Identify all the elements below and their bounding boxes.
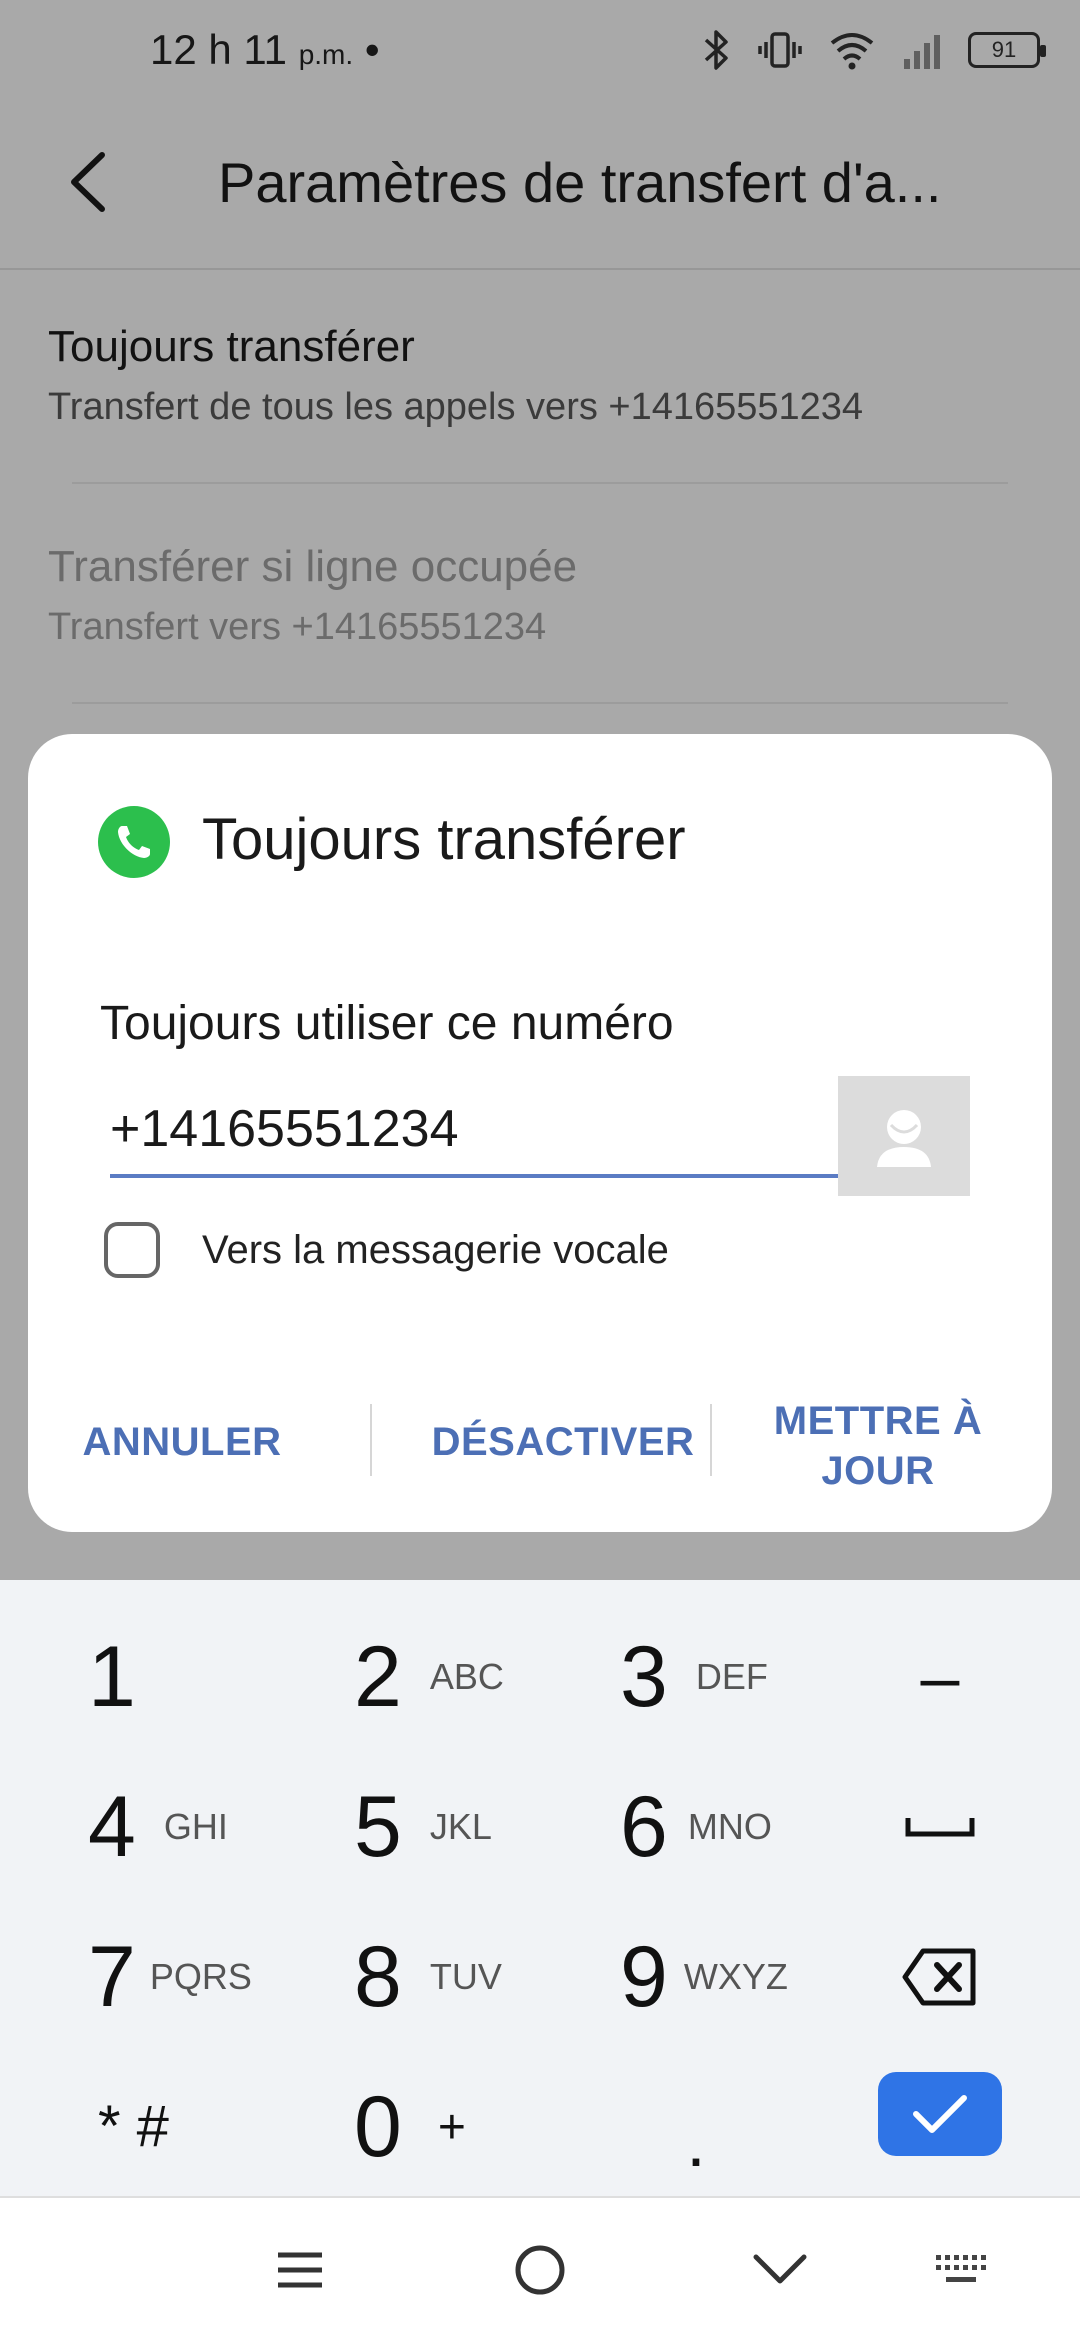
button-separator: [710, 1404, 712, 1476]
contact-picker-button[interactable]: [838, 1076, 970, 1196]
voicemail-checkbox-label[interactable]: Vers la messagerie vocale: [202, 1228, 669, 1273]
key-0[interactable]: 0 +: [354, 2052, 624, 2202]
key-digit: 0: [354, 2079, 402, 2175]
phone-icon: [98, 806, 170, 878]
key-1[interactable]: 1: [88, 1602, 358, 1752]
key-digit: 7: [88, 1929, 136, 2025]
check-icon: [913, 2095, 967, 2133]
button-separator: [370, 1404, 372, 1476]
home-button[interactable]: [500, 2234, 580, 2306]
number-field-label: Toujours utiliser ce numéro: [100, 997, 674, 1050]
key-digit: 6: [620, 1779, 668, 1875]
backspace-key[interactable]: [810, 1902, 1070, 2052]
key-2[interactable]: 2 ABC: [354, 1602, 624, 1752]
key-5[interactable]: 5 JKL: [354, 1752, 624, 1902]
update-button[interactable]: METTRE À JOUR: [748, 1396, 1008, 1496]
key-star-hash[interactable]: * #: [98, 2052, 368, 2202]
key-letters: MNO: [687, 1806, 772, 1847]
keyboard-switch-button[interactable]: [920, 2234, 1000, 2306]
menu-icon: [278, 2252, 322, 2288]
key-dash[interactable]: –: [810, 1602, 1070, 1752]
key-4[interactable]: 4 GHI: [88, 1752, 358, 1902]
menu-button[interactable]: [260, 2234, 340, 2306]
key-letters: GHI: [163, 1806, 228, 1847]
chevron-down-icon: [753, 2254, 807, 2284]
cancel-button[interactable]: ANNULER: [72, 1420, 292, 1465]
key-letters: DEF: [695, 1656, 768, 1697]
phone-number-input[interactable]: [110, 1094, 840, 1178]
hide-keyboard-button[interactable]: [740, 2234, 820, 2306]
forwarding-dialog: Toujours transférer Toujours utiliser ce…: [28, 734, 1052, 1532]
key-digit: .: [686, 2103, 706, 2181]
space-icon: [905, 1818, 975, 1837]
key-7[interactable]: 7 PQRS: [88, 1902, 358, 2052]
key-period[interactable]: .: [656, 2052, 736, 2202]
dialog-title: Toujours transférer: [202, 807, 686, 872]
voicemail-checkbox[interactable]: [104, 1222, 160, 1278]
key-letters: WXYZ: [683, 1956, 788, 1997]
key-digit: 4: [88, 1779, 136, 1875]
backspace-icon: [902, 1948, 976, 2006]
key-letters: +: [437, 2100, 466, 2154]
key-digit: 3: [620, 1629, 668, 1725]
key-letters: JKL: [429, 1806, 492, 1847]
key-digit: 1: [88, 1629, 136, 1725]
home-icon: [515, 2245, 565, 2295]
update-button-line2: JOUR: [821, 1449, 935, 1493]
space-key[interactable]: [810, 1752, 1070, 1902]
key-digit: * #: [98, 2094, 169, 2159]
confirm-key[interactable]: [878, 2072, 1002, 2156]
key-digit: 8: [354, 1929, 402, 2025]
numeric-keypad: 1 2 ABC 3 DEF – 4 GHI 5 JKL 6 MNO 7 PQRS 8 TUV …: [0, 1580, 1080, 2196]
key-digit: 9: [620, 1929, 668, 2025]
key-letters: ABC: [429, 1656, 504, 1697]
key-digit: 2: [354, 1629, 402, 1725]
key-8[interactable]: 8 TUV: [354, 1902, 624, 2052]
disable-button[interactable]: DÉSACTIVER: [398, 1420, 728, 1465]
keyboard-icon: [936, 2255, 986, 2282]
key-letters: TUV: [429, 1956, 502, 1997]
update-button-line1: METTRE À: [773, 1399, 983, 1443]
system-navigation-bar: [0, 2196, 1080, 2342]
key-digit: –: [920, 1638, 960, 1716]
key-letters: PQRS: [149, 1956, 252, 1997]
contact-icon: [877, 1110, 931, 1167]
key-digit: 5: [354, 1779, 402, 1875]
